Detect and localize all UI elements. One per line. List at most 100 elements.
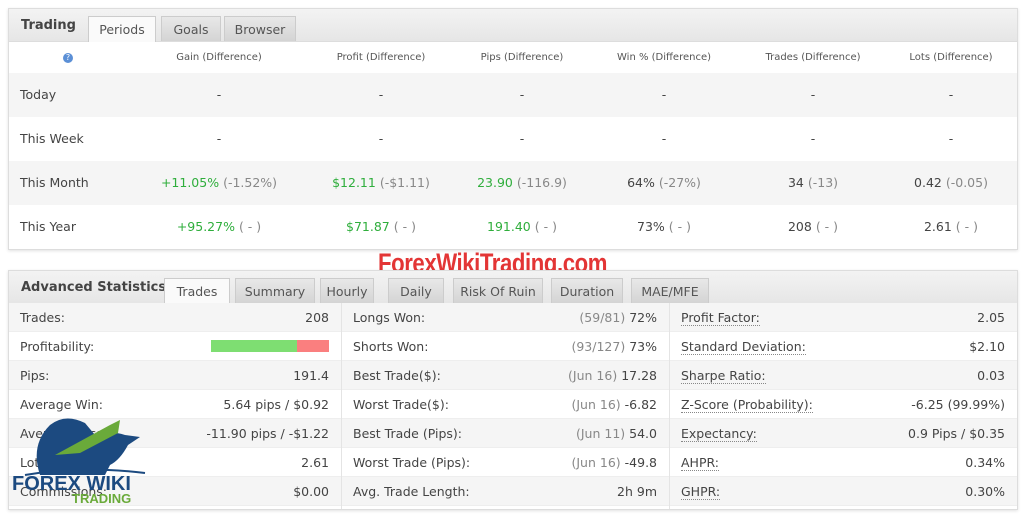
- period-cell: -: [662, 87, 667, 102]
- tab-duration[interactable]: Duration: [551, 278, 623, 303]
- cell-value: 73%: [637, 219, 665, 234]
- period-cell: $71.87 ( - ): [346, 219, 416, 234]
- cell-value: -: [948, 131, 954, 146]
- win-bar: [211, 340, 298, 352]
- tab-trades[interactable]: Trades: [164, 278, 230, 304]
- period-cell: 2.61 ( - ): [924, 219, 978, 234]
- column-header: Lots (Difference): [909, 52, 993, 63]
- period-cell: -: [217, 87, 222, 102]
- stats-column-2: Longs Won: (59/81) 72% Shorts Won: (93/127) 7…: [342, 303, 670, 509]
- period-cell: -: [949, 87, 954, 102]
- period-row: Today - - - - - -: [9, 73, 1017, 117]
- cell-value: -: [661, 131, 667, 146]
- stat-value: (59/81) 72%: [579, 310, 657, 325]
- cell-value: +95.27%: [176, 219, 235, 234]
- stat-row: Expectancy: 0.9 Pips / $0.35: [670, 419, 1017, 448]
- tab-mae-mfe[interactable]: MAE/MFE: [631, 278, 709, 303]
- stat-value: 191.4: [293, 368, 329, 383]
- tab-daily[interactable]: Daily: [388, 278, 444, 303]
- period-cell: -: [520, 131, 525, 146]
- stat-label: Shorts Won:: [353, 339, 429, 354]
- tab-hourly[interactable]: Hourly: [320, 278, 374, 303]
- stat-detail: (Jun 16): [568, 368, 618, 383]
- stat-label: Profit Factor:: [681, 310, 760, 326]
- stat-row: Best Trade (Pips): (Jun 11) 54.0: [342, 419, 669, 448]
- period-cell: +11.05% (-1.52%): [161, 175, 277, 190]
- stat-value: 2.05: [977, 310, 1005, 325]
- trading-title: Trading: [21, 18, 76, 33]
- stat-row: Z-Score (Probability): -6.25 (99.99%): [670, 390, 1017, 419]
- cell-value: -: [378, 131, 384, 146]
- stat-row: Avg. Trade Length: 2h 9m: [342, 477, 669, 506]
- stat-value: (93/127) 73%: [571, 339, 657, 354]
- cell-value: $12.11: [332, 175, 376, 190]
- cell-value: 23.90: [477, 175, 513, 190]
- period-cell: 0.42 (-0.05): [914, 175, 988, 190]
- cell-difference: ( - ): [534, 219, 557, 234]
- cell-value: 208: [787, 219, 812, 234]
- cell-difference: (-0.05): [945, 175, 988, 190]
- stat-label: Standard Deviation:: [681, 339, 806, 355]
- tab-browser[interactable]: Browser: [224, 16, 296, 41]
- stat-label: Worst Trade (Pips):: [353, 455, 471, 470]
- stat-label: Pips:: [20, 368, 50, 383]
- stat-value: $0.00: [293, 484, 329, 499]
- period-cell: -: [811, 131, 816, 146]
- column-header: Profit (Difference): [336, 52, 426, 63]
- period-cell: -: [949, 131, 954, 146]
- period-cell: 191.40 ( - ): [487, 219, 557, 234]
- cell-value: -: [810, 131, 816, 146]
- cell-difference: (-$1.11): [379, 175, 430, 190]
- stat-value: 0.03: [977, 368, 1005, 383]
- cell-value: -: [519, 87, 525, 102]
- column-header: Pips (Difference): [480, 52, 564, 63]
- tab-risk-of-ruin[interactable]: Risk Of Ruin: [453, 278, 543, 303]
- stat-row: Worst Trade (Pips): (Jun 16) -49.8: [342, 448, 669, 477]
- stat-row: GHPR: 0.30%: [670, 477, 1017, 506]
- stat-detail: (Jun 16): [571, 397, 621, 412]
- stat-value: 2.61: [301, 455, 329, 470]
- stat-label: Z-Score (Probability):: [681, 397, 813, 413]
- stat-label: Best Trade (Pips):: [353, 426, 462, 441]
- period-cell: -: [379, 87, 384, 102]
- svg-text:TRADING: TRADING: [72, 491, 131, 505]
- cell-value: 191.40: [487, 219, 531, 234]
- cell-difference: ( - ): [393, 219, 416, 234]
- stat-label: Sharpe Ratio:: [681, 368, 766, 384]
- cell-difference: ( - ): [955, 219, 979, 234]
- tab-goals[interactable]: Goals: [161, 16, 221, 41]
- tab-summary[interactable]: Summary: [235, 278, 315, 303]
- period-label: This Month: [20, 175, 89, 190]
- period-cell: -: [662, 131, 667, 146]
- stat-label: AHPR:: [681, 455, 720, 471]
- cell-difference: ( - ): [238, 219, 262, 234]
- cell-value: -: [948, 87, 954, 102]
- stat-value: -6.25 (99.99%): [911, 397, 1005, 412]
- help-icon[interactable]: ?: [63, 53, 73, 63]
- stat-detail: (Jun 11): [575, 426, 626, 441]
- advanced-title: Advanced Statistics: [21, 280, 167, 295]
- stat-value: 2h 9m: [617, 484, 657, 499]
- period-cell: +95.27% ( - ): [177, 219, 261, 234]
- cell-difference: ( - ): [668, 219, 691, 234]
- stat-value: 0.9 Pips / $0.35: [908, 426, 1005, 441]
- stat-value: 208: [305, 310, 329, 325]
- stat-row: Shorts Won: (93/127) 73%: [342, 332, 669, 361]
- cell-difference: (-116.9): [516, 175, 567, 190]
- cell-value: 0.42: [914, 175, 942, 190]
- stat-value: -11.90 pips / -$1.22: [206, 426, 329, 441]
- cell-value: +11.05%: [160, 175, 220, 190]
- stats-column-3: Profit Factor: 2.05 Standard Deviation: $2.…: [670, 303, 1017, 509]
- cell-difference: ( - ): [815, 219, 839, 234]
- column-header: Win % (Difference): [617, 52, 711, 63]
- stat-detail: (Jun 16): [571, 455, 621, 470]
- stat-row: Standard Deviation: $2.10: [670, 332, 1017, 361]
- period-cell: 73% ( - ): [637, 219, 691, 234]
- stat-label: Profitability:: [20, 339, 95, 354]
- stat-row: Longs Won: (59/81) 72%: [342, 303, 669, 332]
- tab-periods[interactable]: Periods: [88, 16, 156, 42]
- column-headers: ? Gain (Difference) Profit (Difference) Pi…: [9, 41, 1017, 74]
- stat-label: Best Trade($):: [353, 368, 441, 383]
- period-row: This Month +11.05% (-1.52%) $12.11 (-$1.11…: [9, 161, 1017, 205]
- stat-detail: (93/127): [571, 339, 626, 354]
